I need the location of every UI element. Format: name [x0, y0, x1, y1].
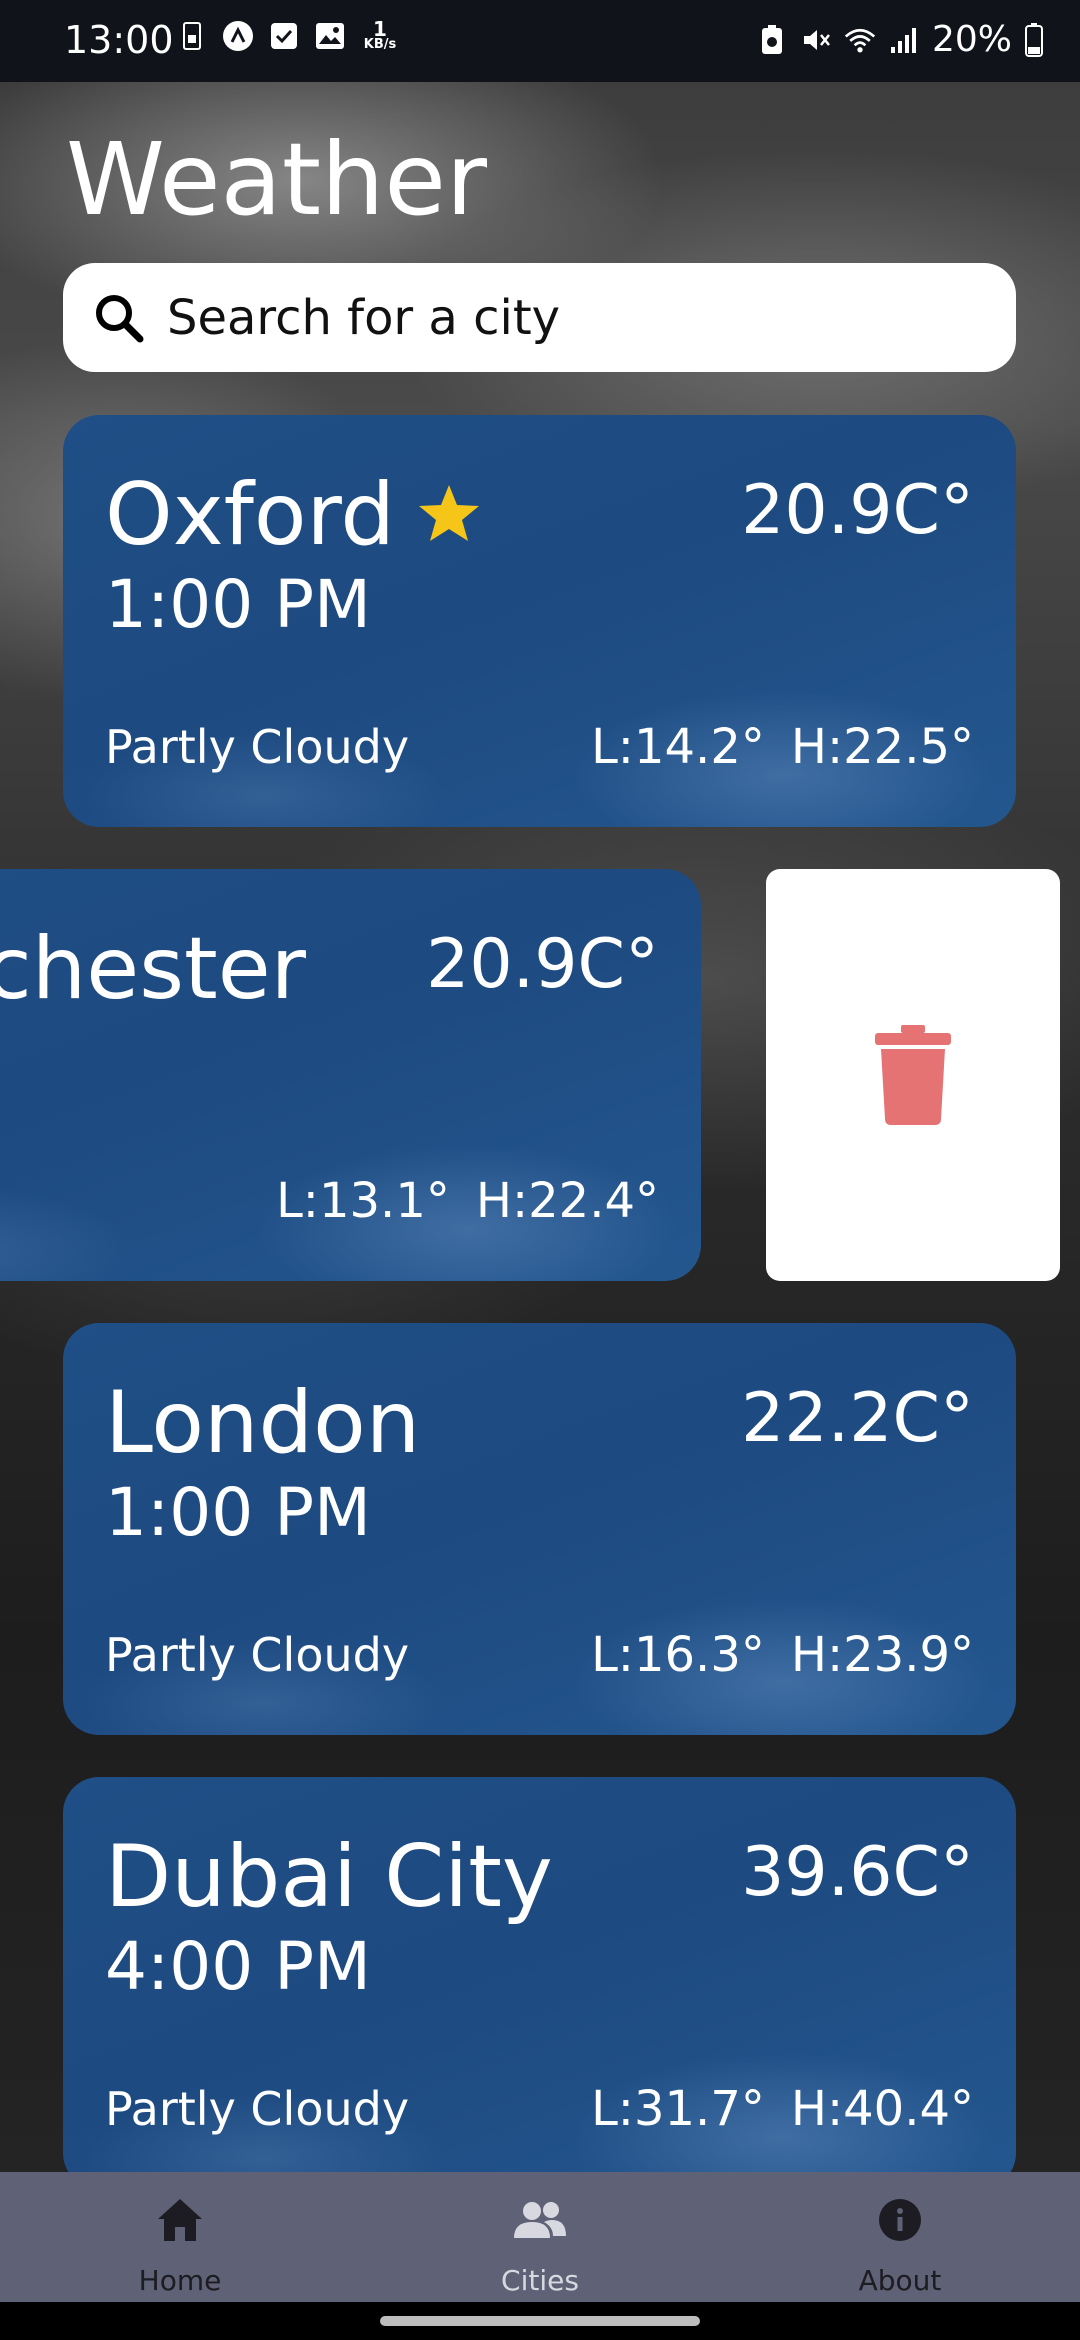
card-condition: Partly Cloudy: [105, 2082, 410, 2136]
info-icon: [872, 2192, 928, 2248]
card-time: 1:00 PM: [105, 566, 371, 643]
battery-saver-icon: [756, 24, 788, 56]
card-city-name: London: [105, 1373, 421, 1473]
card-city-name: Oxford: [105, 465, 395, 565]
card-condition: Partly Cloudy: [105, 1628, 410, 1682]
card-city: London: [105, 1373, 420, 1473]
card-low-high: L:13.1° H:22.4°: [276, 1171, 659, 1231]
mute-icon: [800, 24, 832, 56]
nav-about-label: About: [858, 2264, 942, 2297]
network-speed-unit: KB/s: [363, 37, 397, 52]
battery-percent: 20%: [931, 19, 1012, 60]
card-city: Dubai City: [105, 1827, 553, 1927]
status-time: 13:00: [64, 18, 174, 62]
card-temperature: 20.9C°: [426, 925, 659, 1004]
favorite-star-icon[interactable]: [417, 481, 481, 545]
card-city-name: Dubai City: [105, 1827, 553, 1927]
home-icon: [152, 2192, 208, 2248]
nav-cities[interactable]: Cities: [360, 2172, 720, 2302]
notification-icons: 1 KB/s: [176, 17, 400, 52]
sim-icon: [176, 20, 208, 52]
card-low: L:13.1°: [276, 1173, 450, 1229]
app-circle-icon: [222, 20, 254, 52]
card-temperature: 22.2C°: [741, 1379, 974, 1458]
home-indicator[interactable]: [380, 2316, 700, 2326]
city-card-manchester[interactable]: chester M 20.9C° oudy L:13.1°H:22.4°: [0, 869, 701, 1281]
card-city: Oxford: [105, 465, 481, 565]
card-low: L:16.3°: [591, 1627, 765, 1683]
card-high: H:40.4°: [790, 2081, 974, 2137]
city-card-dubai[interactable]: Dubai City 4:00 PM 39.6C° Partly Cloudy …: [63, 1777, 1016, 2189]
weather-screen: 13:00 1 KB/s 20% Weather Search for a ci…: [0, 0, 1080, 2340]
status-bar: 13:00 1 KB/s 20%: [0, 0, 1080, 82]
nav-home[interactable]: Home: [0, 2172, 360, 2302]
card-high: H:22.5°: [790, 719, 974, 775]
card-time: 4:00 PM: [105, 1928, 371, 2005]
card-low: L:31.7°: [591, 2081, 765, 2137]
page-title: Weather: [66, 121, 488, 238]
people-icon: [512, 2192, 568, 2248]
delete-city-button[interactable]: [766, 869, 1060, 1281]
checkbox-icon: [268, 20, 300, 52]
card-high: H:23.9°: [790, 1627, 974, 1683]
signal-icon: [888, 24, 920, 56]
card-low: L:14.2°: [591, 719, 765, 775]
wifi-icon: [844, 24, 876, 56]
card-city-name: chester: [0, 919, 306, 1019]
nav-cities-label: Cities: [501, 2264, 579, 2297]
network-speed: 1 KB/s: [360, 17, 400, 52]
card-temperature: 20.9C°: [741, 471, 974, 550]
card-low-high: L:31.7° H:40.4°: [591, 2079, 974, 2139]
battery-icon: [1024, 23, 1044, 57]
card-condition: Partly Cloudy: [105, 720, 410, 774]
nav-home-label: Home: [138, 2264, 222, 2297]
city-card-oxford[interactable]: Oxford 1:00 PM 20.9C° Partly Cloudy L:14…: [63, 415, 1016, 827]
gesture-bar: [0, 2302, 1080, 2340]
image-icon: [314, 20, 346, 52]
card-city: chester: [0, 919, 306, 1019]
nav-about[interactable]: About: [720, 2172, 1080, 2302]
card-low-high: L:14.2° H:22.5°: [591, 717, 974, 777]
card-time: 1:00 PM: [105, 1474, 371, 1551]
network-speed-value: 1: [373, 17, 387, 41]
card-high: H:22.4°: [475, 1173, 659, 1229]
card-temperature: 39.6C°: [741, 1833, 974, 1912]
system-icons: 20%: [756, 18, 1044, 62]
city-card-london[interactable]: London 1:00 PM 22.2C° Partly Cloudy L:16…: [63, 1323, 1016, 1735]
bottom-navigation: Home Cities About: [0, 2172, 1080, 2302]
search-input[interactable]: [167, 289, 967, 346]
search-bar[interactable]: [63, 263, 1016, 372]
trash-icon: [875, 1025, 951, 1125]
card-low-high: L:16.3° H:23.9°: [591, 1625, 974, 1685]
search-icon: [89, 288, 149, 348]
